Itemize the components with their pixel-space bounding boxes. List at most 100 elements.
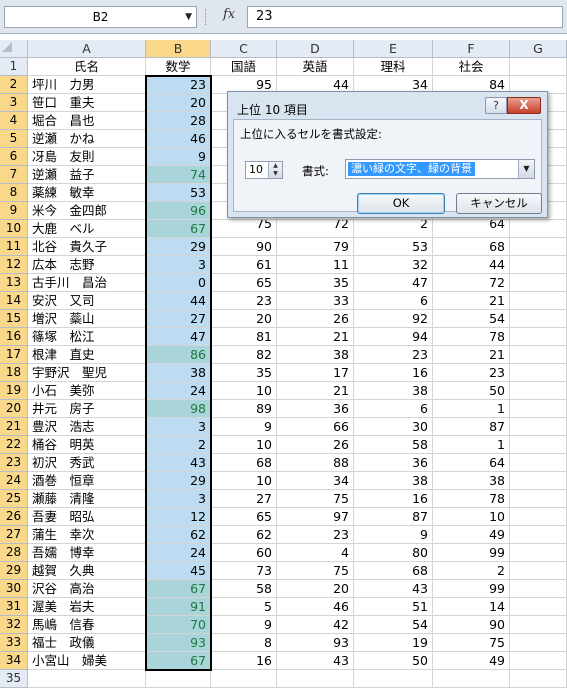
score-cell[interactable]: 50 [433,382,510,400]
name-cell[interactable]: 薬練 敏幸 [28,184,146,202]
math-score-cell[interactable]: 24 [146,382,211,400]
row-header[interactable]: 29 [0,562,28,580]
row-header[interactable]: 3 [0,94,28,112]
score-cell[interactable]: 10 [433,508,510,526]
cell[interactable] [433,670,510,688]
column-header-c[interactable]: C [211,40,277,58]
score-cell[interactable]: 92 [354,310,433,328]
cell[interactable] [510,598,567,616]
score-cell[interactable]: 38 [277,346,354,364]
score-cell[interactable]: 62 [211,526,277,544]
chevron-down-icon[interactable]: ▼ [518,160,534,178]
name-cell[interactable]: 小石 美弥 [28,382,146,400]
score-cell[interactable]: 49 [433,652,510,670]
cell[interactable] [510,490,567,508]
score-cell[interactable]: 75 [211,220,277,238]
name-cell[interactable]: 小宮山 婦美 [28,652,146,670]
score-cell[interactable]: 43 [277,652,354,670]
score-cell[interactable]: 2 [433,562,510,580]
name-cell[interactable]: 篠塚 松江 [28,328,146,346]
row-header[interactable]: 10 [0,220,28,238]
cell[interactable] [510,634,567,652]
score-cell[interactable]: 75 [277,562,354,580]
math-score-cell[interactable]: 98 [146,400,211,418]
score-cell[interactable]: 35 [211,364,277,382]
header-cell[interactable]: 国語 [211,58,277,76]
row-header[interactable]: 30 [0,580,28,598]
row-header[interactable]: 26 [0,508,28,526]
name-cell[interactable]: 瀬藤 清隆 [28,490,146,508]
score-cell[interactable]: 27 [211,490,277,508]
score-cell[interactable]: 21 [433,346,510,364]
row-header[interactable]: 25 [0,490,28,508]
name-cell[interactable]: 安沢 又司 [28,292,146,310]
row-header[interactable]: 7 [0,166,28,184]
score-cell[interactable]: 97 [277,508,354,526]
math-score-cell[interactable]: 3 [146,418,211,436]
row-header[interactable]: 12 [0,256,28,274]
score-cell[interactable]: 9 [211,418,277,436]
score-cell[interactable]: 10 [211,472,277,490]
score-cell[interactable]: 44 [433,256,510,274]
name-cell[interactable]: 広本 志野 [28,256,146,274]
math-score-cell[interactable]: 91 [146,598,211,616]
score-cell[interactable]: 54 [354,616,433,634]
cancel-button[interactable]: キャンセル [456,193,542,214]
score-cell[interactable]: 82 [211,346,277,364]
math-score-cell[interactable]: 27 [146,310,211,328]
name-cell[interactable]: 酒巻 恒章 [28,472,146,490]
math-score-cell[interactable]: 46 [146,130,211,148]
name-cell[interactable]: 宇野沢 聖児 [28,364,146,382]
score-cell[interactable]: 54 [433,310,510,328]
name-cell[interactable]: 冴島 友則 [28,148,146,166]
row-header[interactable]: 18 [0,364,28,382]
cell[interactable] [510,328,567,346]
math-score-cell[interactable]: 23 [146,76,211,94]
score-cell[interactable]: 2 [354,220,433,238]
math-score-cell[interactable]: 43 [146,454,211,472]
score-cell[interactable]: 21 [433,292,510,310]
score-cell[interactable]: 26 [277,436,354,454]
name-cell[interactable]: 吾嬬 博幸 [28,544,146,562]
row-header[interactable]: 4 [0,112,28,130]
cell[interactable] [510,544,567,562]
select-all-corner[interactable] [0,40,28,58]
score-cell[interactable]: 9 [354,526,433,544]
header-cell[interactable]: 社会 [433,58,510,76]
close-button[interactable]: X [507,97,541,114]
name-cell[interactable]: 笹口 重夫 [28,94,146,112]
row-header[interactable]: 21 [0,418,28,436]
score-cell[interactable]: 65 [211,274,277,292]
header-cell[interactable]: 英語 [277,58,354,76]
header-cell[interactable]: 数学 [146,58,211,76]
score-cell[interactable]: 36 [277,400,354,418]
math-score-cell[interactable]: 2 [146,436,211,454]
score-cell[interactable]: 60 [211,544,277,562]
row-header[interactable]: 11 [0,238,28,256]
cell[interactable] [510,508,567,526]
name-cell[interactable]: 坪川 力男 [28,76,146,94]
score-cell[interactable]: 99 [433,580,510,598]
name-cell[interactable]: 渥美 岩夫 [28,598,146,616]
score-cell[interactable]: 72 [277,220,354,238]
score-cell[interactable]: 72 [433,274,510,292]
score-cell[interactable]: 38 [354,382,433,400]
math-score-cell[interactable]: 3 [146,256,211,274]
score-cell[interactable]: 43 [354,580,433,598]
score-cell[interactable]: 33 [277,292,354,310]
name-cell[interactable]: 逆瀬 益子 [28,166,146,184]
score-cell[interactable]: 6 [354,400,433,418]
cell[interactable] [510,580,567,598]
column-header-f[interactable]: F [433,40,510,58]
header-cell[interactable]: 理科 [354,58,433,76]
math-score-cell[interactable]: 47 [146,328,211,346]
cell[interactable] [510,310,567,328]
math-score-cell[interactable]: 67 [146,652,211,670]
score-cell[interactable]: 35 [277,274,354,292]
cell[interactable] [146,670,211,688]
math-score-cell[interactable]: 3 [146,490,211,508]
row-header[interactable]: 20 [0,400,28,418]
score-cell[interactable]: 16 [354,490,433,508]
row-header[interactable]: 17 [0,346,28,364]
score-cell[interactable]: 68 [354,562,433,580]
